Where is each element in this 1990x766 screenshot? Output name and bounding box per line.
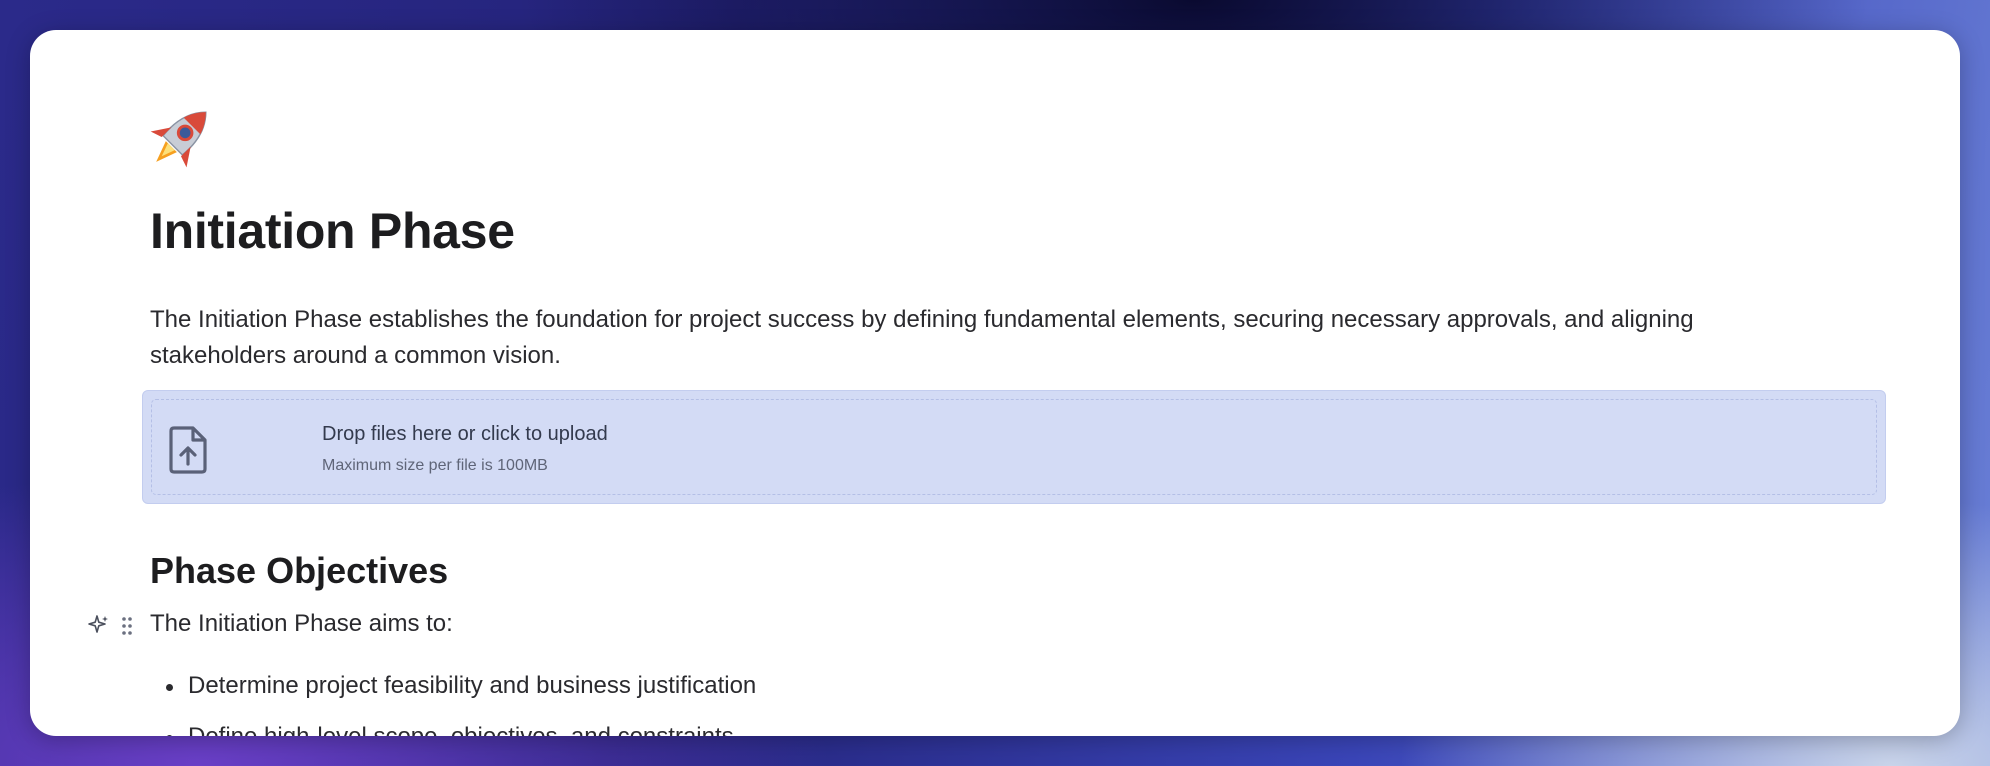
- bullet: [166, 684, 173, 691]
- dropzone-border: [151, 399, 1877, 495]
- document-card: Initiation Phase The Initiation Phase es…: [30, 30, 1960, 736]
- list-item-text: Determine project feasibility and busine…: [188, 672, 757, 699]
- file-upload-dropzone[interactable]: Drop files here or click to upload Maxim…: [142, 390, 1886, 504]
- upload-size-hint: Maximum size per file is 100MB: [322, 457, 548, 474]
- page-title[interactable]: Initiation Phase: [150, 202, 515, 260]
- list-item[interactable]: Define high-level scope, objectives, and…: [150, 709, 756, 736]
- list-item-text: Define high-level scope, objectives, and…: [188, 723, 734, 736]
- objectives-list: Determine project feasibility and busine…: [150, 658, 756, 736]
- rocket-icon[interactable]: [142, 98, 220, 176]
- intro-paragraph[interactable]: The Initiation Phase establishes the fou…: [150, 302, 1830, 374]
- drag-handle-icon[interactable]: [120, 615, 134, 637]
- upload-label: Drop files here or click to upload: [322, 423, 608, 445]
- objectives-intro[interactable]: The Initiation Phase aims to:: [150, 610, 453, 638]
- bullet: [166, 735, 173, 736]
- sparkle-icon[interactable]: [88, 614, 110, 636]
- section-heading[interactable]: Phase Objectives: [150, 550, 448, 592]
- list-item[interactable]: Determine project feasibility and busine…: [150, 658, 756, 709]
- file-upload-icon: [169, 426, 207, 474]
